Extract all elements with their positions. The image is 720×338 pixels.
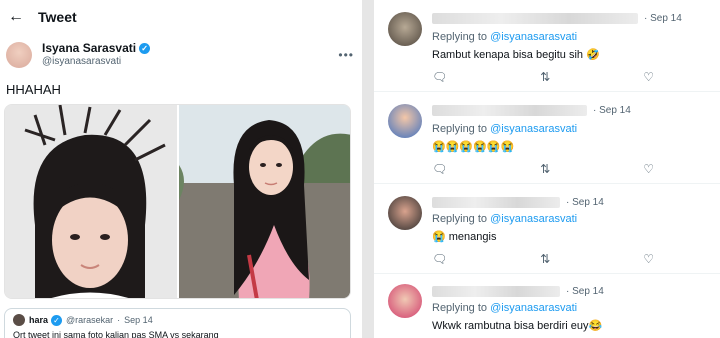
photo-after-illustration: [179, 105, 350, 298]
quoted-tweet[interactable]: hara ✓ @rarasekar · Sep 14 Ort tweet ini…: [4, 308, 351, 338]
reply-header: · Sep 14: [432, 105, 631, 116]
replies-panel: · Sep 14 Replying to @isyanasarasvati Ra…: [374, 0, 720, 338]
reply-item[interactable]: · Sep 14 Replying to @isyanasarasvati 😭 …: [374, 184, 720, 274]
heart-icon[interactable]: ♡: [643, 70, 654, 84]
tweet-header: ← Tweet: [0, 0, 362, 34]
comment-icon[interactable]: 🗨: [432, 162, 447, 176]
reply-header: · Sep 14: [432, 286, 604, 297]
media-photo-before[interactable]: [5, 105, 177, 298]
replying-to: Replying to @isyanasarasvati: [432, 123, 578, 135]
reply-author-blurred: [432, 13, 638, 24]
more-horizontal-icon[interactable]: •••: [338, 48, 354, 62]
retweet-icon[interactable]: ⇅: [540, 252, 550, 266]
replying-to: Replying to @isyanasarasvati: [432, 302, 578, 314]
tweet-author: Isyana Sarasvati ✓ @isyanasarasvati •••: [0, 34, 362, 70]
reply-mention[interactable]: @isyanasarasvati: [490, 31, 577, 43]
reply-avatar[interactable]: [388, 12, 422, 46]
verified-badge-icon: ✓: [51, 314, 63, 326]
retweet-icon[interactable]: ⇅: [540, 70, 550, 84]
reply-actions: 🗨 ⇅ ♡: [432, 162, 654, 176]
reply-text: Rambut kenapa bisa begitu sih 🤣: [432, 49, 600, 61]
reply-item[interactable]: · Sep 14 Replying to @isyanasarasvati 😭😭…: [374, 92, 720, 184]
replying-to: Replying to @isyanasarasvati: [432, 31, 578, 43]
quote-time-separator: ·: [117, 315, 121, 325]
reply-text: 😭 menangis: [432, 231, 497, 243]
reply-author-blurred: [432, 197, 560, 208]
comment-icon[interactable]: 🗨: [432, 70, 447, 84]
reply-mention[interactable]: @isyanasarasvati: [490, 302, 577, 314]
author-handle[interactable]: @isyanasarasvati: [42, 55, 150, 69]
media-photo-after[interactable]: [179, 105, 350, 298]
comment-icon[interactable]: 🗨: [432, 252, 447, 266]
reply-avatar[interactable]: [388, 284, 422, 318]
reply-time[interactable]: · Sep 14: [593, 105, 631, 116]
quote-avatar[interactable]: [13, 314, 25, 326]
reply-author-blurred: [432, 286, 560, 297]
reply-actions: 🗨 ⇅ ♡: [432, 70, 654, 84]
reply-mention[interactable]: @isyanasarasvati: [490, 123, 577, 135]
photo-before-illustration: [5, 105, 177, 298]
verified-badge-icon: ✓: [139, 42, 151, 54]
replying-to: Replying to @isyanasarasvati: [432, 213, 578, 225]
reply-text: 😭😭😭😭😭😭: [432, 141, 515, 153]
tweet-text: HHAHAH: [6, 82, 61, 97]
reply-time[interactable]: · Sep 14: [566, 197, 604, 208]
retweet-icon[interactable]: ⇅: [540, 162, 550, 176]
reply-actions: 🗨 ⇅ ♡: [432, 252, 654, 266]
tweet-panel: ← Tweet Isyana Sarasvati ✓ @isyanasarasv…: [0, 0, 362, 338]
author-name[interactable]: Isyana Sarasvati: [42, 41, 136, 55]
avatar[interactable]: [6, 42, 32, 68]
arrow-left-icon[interactable]: ←: [8, 8, 32, 26]
heart-icon[interactable]: ♡: [643, 252, 654, 266]
quote-text: Ort tweet ini sama foto kalian pas SMA v…: [13, 330, 219, 338]
quote-time[interactable]: Sep 14: [124, 315, 153, 325]
reply-header: · Sep 14: [432, 13, 682, 24]
page-title: Tweet: [38, 9, 77, 25]
tweet-media[interactable]: [4, 104, 351, 299]
quote-author-name[interactable]: hara: [29, 315, 48, 325]
reply-header: · Sep 14: [432, 197, 604, 208]
reply-mention[interactable]: @isyanasarasvati: [490, 213, 577, 225]
reply-item[interactable]: · Sep 14 Replying to @isyanasarasvati Ra…: [374, 0, 720, 92]
reply-text: Wkwk rambutna bisa berdiri euy😂: [432, 320, 603, 332]
reply-avatar[interactable]: [388, 196, 422, 230]
reply-author-blurred: [432, 105, 587, 116]
quote-author-handle[interactable]: @rarasekar: [66, 315, 113, 325]
reply-item[interactable]: · Sep 14 Replying to @isyanasarasvati Wk…: [374, 274, 720, 338]
reply-time[interactable]: · Sep 14: [566, 286, 604, 297]
heart-icon[interactable]: ♡: [643, 162, 654, 176]
reply-avatar[interactable]: [388, 104, 422, 138]
reply-time[interactable]: · Sep 14: [644, 13, 682, 24]
